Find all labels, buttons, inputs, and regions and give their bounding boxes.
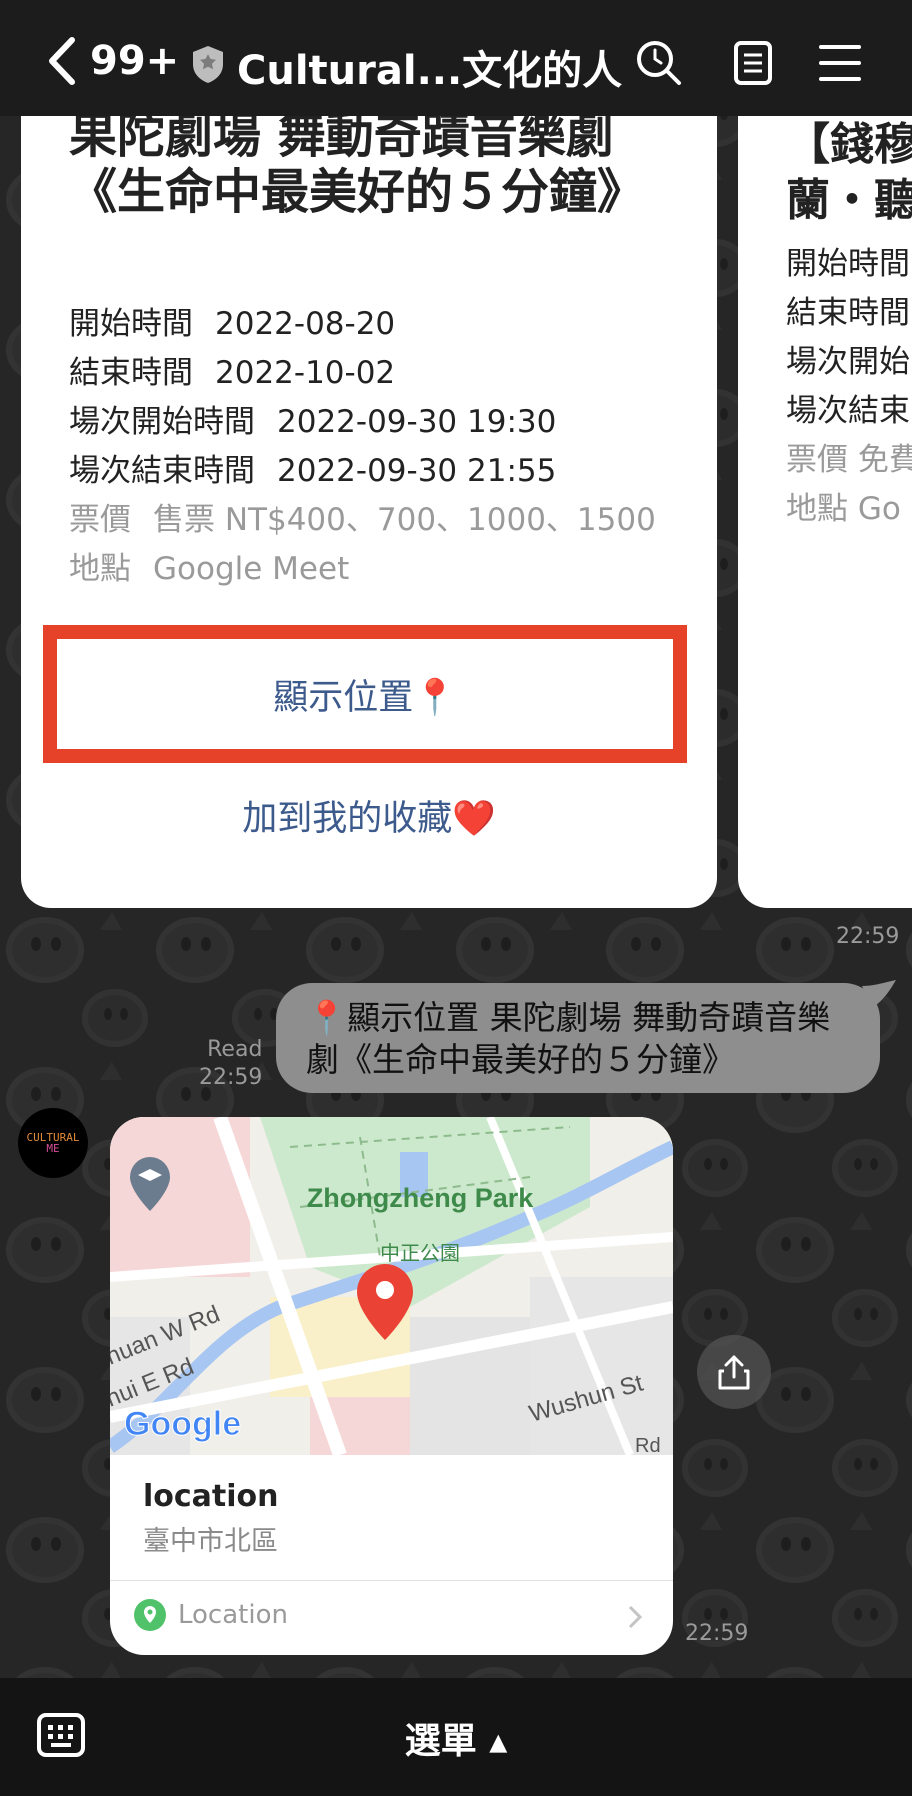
park-label-zh: 中正公園 xyxy=(380,1241,460,1265)
chat-title[interactable]: Cultural...文化的人 xyxy=(237,38,622,96)
location-footer-label: Location xyxy=(178,1600,288,1630)
info-label: 場次開始時間 xyxy=(69,404,255,440)
info-row: 場次開始時間 2022-09-30 19:30 xyxy=(69,396,556,441)
info-label: 結束時間 xyxy=(786,295,910,331)
location-subtitle: 臺中市北區 xyxy=(143,1526,278,1557)
google-logo: Google xyxy=(124,1405,241,1443)
event-card: 果陀劇場 舞動奇蹟音樂劇《生命中最美好的５分鐘》 開始時間 2022-08-20 … xyxy=(21,100,717,908)
read-label: Read xyxy=(207,1037,263,1062)
info-value: 2022-10-02 xyxy=(215,355,396,391)
location-card[interactable]: Zhongzheng Park 中正公園 huan W Rd hui E Rd … xyxy=(110,1117,673,1655)
price-value: 售票 NT$400、700、1000、1500 xyxy=(153,502,656,538)
avatar-text: ME xyxy=(46,1142,60,1155)
bottom-bar: 選單 ▴ xyxy=(0,1678,912,1796)
divider xyxy=(110,1580,673,1581)
back-arrow-icon[interactable] xyxy=(44,36,80,86)
map-preview[interactable]: Zhongzheng Park 中正公園 huan W Rd hui E Rd … xyxy=(110,1117,673,1455)
unread-count[interactable]: 99+ xyxy=(90,38,179,84)
price-row: 票價 售票 NT$400、700、1000、1500 xyxy=(69,494,656,539)
shield-icon xyxy=(193,46,223,83)
event-title-line: 蘭・聽 xyxy=(786,175,912,226)
event-title: 果陀劇場 舞動奇蹟音樂劇《生命中最美好的５分鐘》 xyxy=(69,108,646,220)
rich-menu-toggle[interactable]: 選單 ▴ xyxy=(0,1712,912,1764)
place-label: 地點 xyxy=(69,551,131,587)
location-title: location xyxy=(143,1479,279,1514)
place-value: Google Meet xyxy=(153,551,350,587)
price-row: 票價 免費 xyxy=(786,442,912,478)
info-row: 開始時間 2022-08-20 xyxy=(69,298,395,343)
chevron-right-icon xyxy=(628,1605,642,1629)
event-card-next[interactable]: 【錢穆 蘭・聽 開始時間 結束時間 場次開始 場次結束 票價 免費 地點 Go xyxy=(738,100,912,908)
info-label: 場次結束 xyxy=(786,393,910,429)
price-label: 票價 xyxy=(69,502,131,538)
menu-icon[interactable] xyxy=(815,38,865,88)
share-icon xyxy=(718,1355,750,1390)
read-time: 22:59 xyxy=(199,1065,263,1090)
info-label: 場次結束時間 xyxy=(69,453,255,489)
info-row: 結束時間 2022-10-02 xyxy=(69,347,395,392)
add-favorite-button[interactable]: 加到我的收藏❤️ xyxy=(21,790,717,841)
info-value: 2022-09-30 21:55 xyxy=(277,453,557,489)
event-title-line: 【錢穆 xyxy=(786,119,912,170)
location-footer[interactable]: Location xyxy=(134,1599,288,1631)
park-label-en: Zhongzheng Park xyxy=(307,1183,534,1213)
info-value: 2022-09-30 19:30 xyxy=(277,404,557,440)
show-location-button[interactable]: 顯示位置📍 xyxy=(43,625,687,763)
info-label: 結束時間 xyxy=(69,355,193,391)
location-pin-icon xyxy=(134,1599,166,1631)
info-label: 開始時間 xyxy=(69,306,193,342)
chat-header: 99+ Cultural...文化的人 xyxy=(0,0,912,116)
share-button[interactable] xyxy=(697,1335,771,1409)
message-timestamp: 22:59 xyxy=(836,924,900,949)
info-label: 開始時間 xyxy=(786,246,910,282)
road-label: Rd xyxy=(635,1435,661,1455)
sent-message-bubble[interactable]: 📍顯示位置 果陀劇場 舞動奇蹟音樂劇《生命中最美好的５分鐘》 xyxy=(276,983,880,1093)
place-row: 地點 Go xyxy=(786,491,901,527)
notes-icon[interactable] xyxy=(728,38,778,88)
info-label: 場次開始 xyxy=(786,344,910,380)
info-row: 場次結束時間 2022-09-30 21:55 xyxy=(69,445,556,490)
place-row: 地點 Google Meet xyxy=(69,543,349,588)
search-icon[interactable] xyxy=(634,38,684,88)
message-timestamp: 22:59 xyxy=(685,1621,749,1646)
info-value: 2022-08-20 xyxy=(215,306,396,342)
read-receipt: Read 22:59 xyxy=(199,1036,263,1092)
avatar[interactable]: CULTURAL ME xyxy=(18,1108,88,1178)
